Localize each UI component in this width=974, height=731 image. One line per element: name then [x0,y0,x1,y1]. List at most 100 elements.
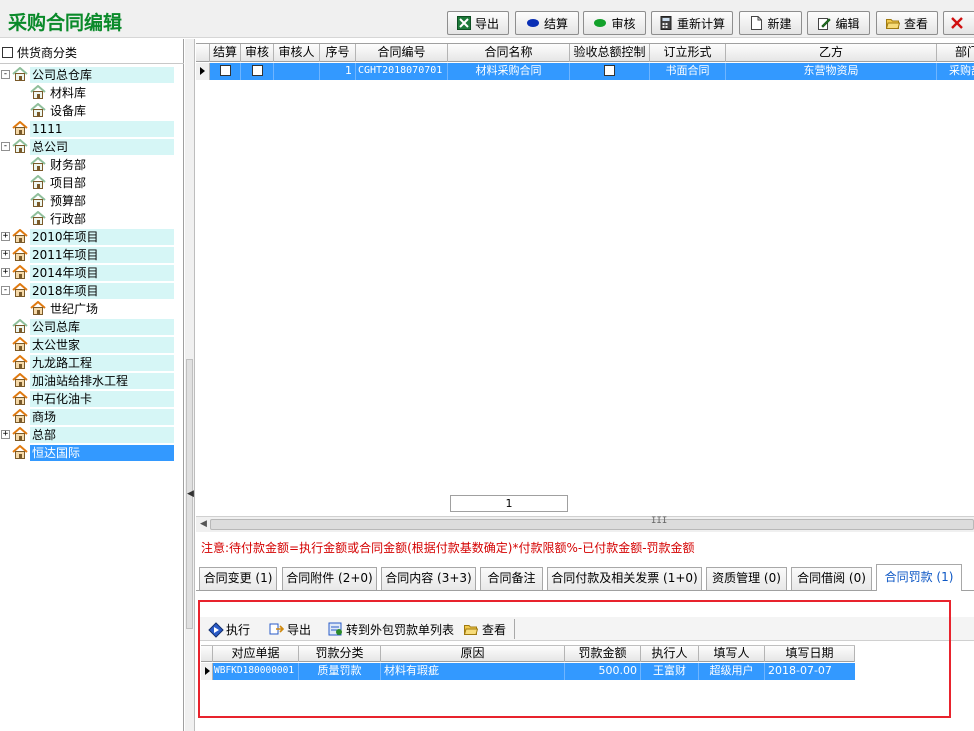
house-icon [12,318,28,333]
contract-code-cell: CGHT2018070701 [356,63,448,80]
col-audit[interactable]: 审核 [241,44,274,62]
tree-item[interactable]: 预算部 [0,192,184,210]
tree-item-label: 材料库 [50,86,87,100]
col-contract-code[interactable]: 合同编号 [356,44,448,62]
house-icon [12,444,28,459]
new-button[interactable]: 新建 [739,11,802,35]
tree-item[interactable]: 商场 [0,408,184,426]
tree-item-label: 公司总库 [30,319,174,335]
party-b-cell: 东营物资局 [726,63,937,80]
settle-cell[interactable] [210,63,241,80]
contract-row[interactable]: 1 CGHT2018070701 材料采购合同 书面合同 东营物资局 采购部 [196,63,974,80]
penalty-highlight-frame [198,600,951,718]
tree-item[interactable]: 1111 [0,120,184,138]
export-button[interactable]: 导出 [447,11,509,35]
house-icon [12,120,28,135]
edit-button[interactable]: 编辑 [807,11,870,35]
tree-item[interactable]: - 公司总仓库 [0,66,184,84]
export-label: 导出 [474,16,499,31]
close-button[interactable] [943,11,974,35]
tree-item[interactable]: 行政部 [0,210,184,228]
tree-header-checkbox[interactable] [2,46,13,58]
tree-header-label: 供货商分类 [17,45,78,60]
tree-item[interactable]: - 总公司 [0,138,184,156]
tree-item[interactable]: 太公世家 [0,336,184,354]
house-icon [30,156,46,171]
tree-item[interactable]: 财务部 [0,156,184,174]
col-settle[interactable]: 结算 [210,44,241,62]
tree-item-label: 项目部 [50,176,87,190]
house-icon [12,228,28,243]
col-acceptance-control[interactable]: 验收总额控制 [570,44,650,62]
tab-contract-borrowing[interactable]: 合同借阅 (0) [791,567,872,590]
col-auditor[interactable]: 审核人 [274,44,320,62]
acceptance-control-checkbox[interactable] [604,65,615,76]
tree-item[interactable]: +2014年项目 [0,264,184,282]
house-icon [12,336,28,351]
recalc-button[interactable]: 重新计算 [651,11,733,35]
house-icon [12,390,28,405]
audit-cell[interactable] [241,63,274,80]
tree-item-label: 设备库 [50,104,87,118]
col-contract-name[interactable]: 合同名称 [448,44,570,62]
horizontal-scroll-thumb[interactable] [210,519,974,530]
audit-checkbox[interactable] [251,65,263,76]
acceptance-control-cell[interactable] [570,63,650,80]
excel-icon [456,16,471,30]
house-icon [12,354,28,369]
tree-item[interactable]: + 总部 [0,426,184,444]
scroll-left-icon[interactable]: ◀ [200,519,207,529]
settle-button[interactable]: 结算 [515,11,579,35]
tree-item[interactable]: 恒达国际 [0,444,184,462]
folder-open-icon [885,16,901,30]
col-seq[interactable]: 序号 [320,44,356,62]
close-icon [950,16,964,30]
tree-item[interactable]: 中石化油卡 [0,390,184,408]
col-department[interactable]: 部门 [937,44,974,62]
house-icon [30,102,46,117]
collapse-icon[interactable]: - [1,142,10,151]
tab-payments-invoices[interactable]: 合同付款及相关发票 (1+0) [547,567,702,590]
seq-cell: 1 [320,63,356,80]
tab-contract-remarks[interactable]: 合同备注 [480,567,543,590]
tree-item[interactable]: 材料库 [0,84,184,102]
col-party-b[interactable]: 乙方 [726,44,937,62]
collapse-arrow-icon[interactable]: ◀ [187,489,194,499]
view-button[interactable]: 查看 [876,11,938,35]
payment-formula-note: 注意:待付款金额=执行金额或合同金额(根据付款基数确定)*付款限额%-已付款金额… [201,541,695,555]
settle-checkbox[interactable] [219,65,231,76]
collapse-icon[interactable]: - [1,70,10,79]
collapse-icon[interactable]: - [1,286,10,295]
department-cell: 采购部 [937,63,974,80]
audit-button[interactable]: 审核 [583,11,646,35]
tree-item[interactable]: 项目部 [0,174,184,192]
house-icon [12,282,28,297]
expand-icon[interactable]: + [1,268,10,277]
tree-item-label: 2014年项目 [30,265,174,281]
tree-item[interactable]: +2011年项目 [0,246,184,264]
tree-item[interactable]: +2010年项目 [0,228,184,246]
house-icon [30,300,46,315]
tab-contract-penalty[interactable]: 合同罚款 (1) [876,564,962,591]
tree-item[interactable]: 九龙路工程 [0,354,184,372]
tree-item[interactable]: 加油站给排水工程 [0,372,184,390]
tab-contract-attachments[interactable]: 合同附件 (2+0) [282,567,377,590]
grid-horizontal-scrollbar[interactable]: ◀ III [196,516,974,532]
tree-item-label: 世纪广场 [50,302,99,316]
tree-item[interactable]: 世纪广场 [0,300,184,318]
tab-contract-content[interactable]: 合同内容 (3+3) [381,567,476,590]
tree-item[interactable]: - 2018年项目 [0,282,184,300]
expand-icon[interactable]: + [1,430,10,439]
col-form[interactable]: 订立形式 [650,44,726,62]
house-icon [12,264,28,279]
new-document-icon [749,16,763,30]
tab-contract-change[interactable]: 合同变更 (1) [199,567,277,590]
tree-item[interactable]: 设备库 [0,102,184,120]
tab-qualification[interactable]: 资质管理 (0) [706,567,787,590]
expand-icon[interactable]: + [1,232,10,241]
grid-pager[interactable]: 1 [450,495,568,512]
pane-splitter[interactable]: ◀ [185,39,195,731]
tree-item[interactable]: 公司总库 [0,318,184,336]
edit-icon [817,16,832,30]
expand-icon[interactable]: + [1,250,10,259]
